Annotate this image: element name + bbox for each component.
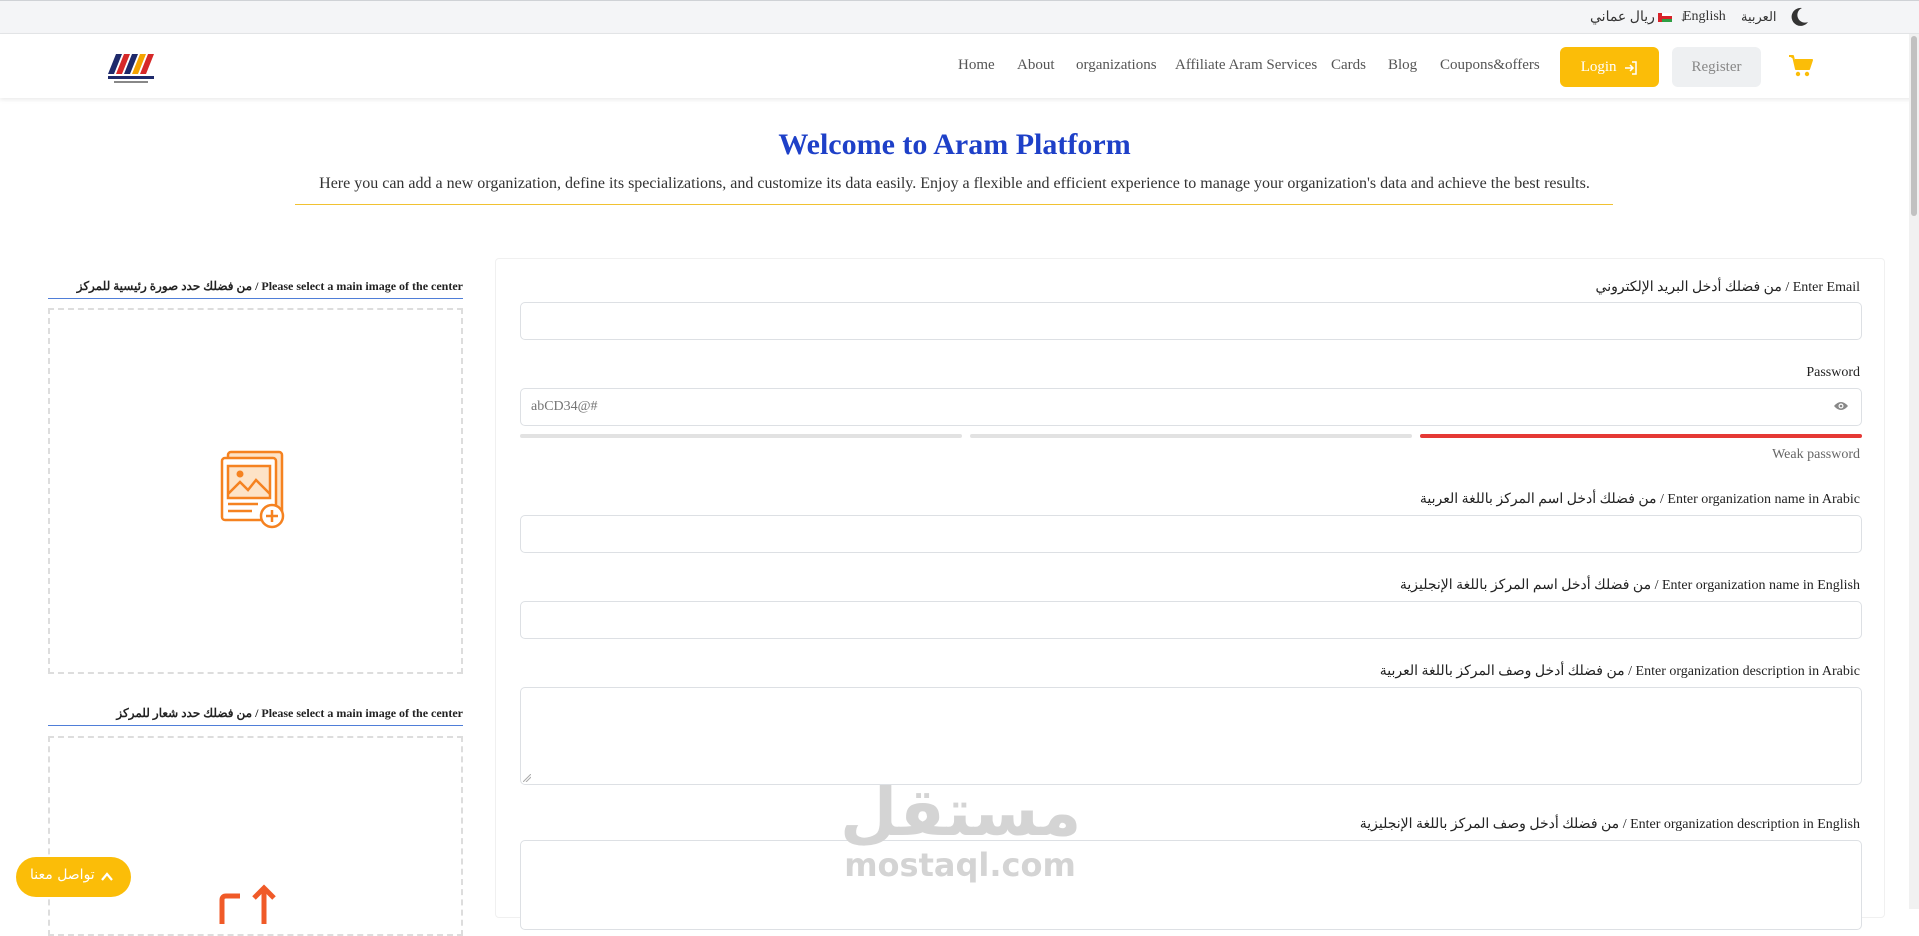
email-input[interactable] <box>521 303 1861 339</box>
watermark-latin: mostaql.com <box>844 846 1076 884</box>
description-english-label: من فضلك أدخل وصف المركز باللغة الإنجليزي… <box>1359 817 1860 832</box>
resize-handle-icon[interactable] <box>523 774 531 782</box>
mostaql-watermark: مستقل mostaql.com <box>840 774 1082 885</box>
nav-about[interactable]: About <box>1017 57 1055 74</box>
page-title: Welcome to Aram Platform <box>778 128 1131 161</box>
email-label: من فضلك أدخل البريد الإلكتروني / Enter E… <box>1595 280 1860 295</box>
description-english-textarea[interactable] <box>520 840 1862 930</box>
logo-image-label: من فضلك حدد شعار للمركز / Please select … <box>116 706 463 720</box>
page-subtitle: Here you can add a new organization, def… <box>319 175 1590 192</box>
password-field[interactable] <box>520 388 1862 426</box>
currency-label: ريال عماني <box>1590 10 1655 25</box>
name-arabic-input[interactable] <box>521 516 1861 552</box>
dark-mode-moon-icon[interactable] <box>1788 6 1810 28</box>
password-strength-text: Weak password <box>1772 447 1860 462</box>
password-strength-bar-3 <box>1420 434 1862 438</box>
login-icon <box>1625 60 1638 75</box>
title-divider <box>295 204 1613 205</box>
main-image-label-underline <box>48 298 463 299</box>
contact-us-button[interactable]: تواصل معنا <box>16 857 131 897</box>
password-input[interactable] <box>521 389 1861 425</box>
name-arabic-label: من فضلك أدخل اسم المركز باللغة العربية /… <box>1419 492 1860 507</box>
language-english-link[interactable]: English <box>1683 9 1726 25</box>
logo-image-dropzone[interactable] <box>48 736 463 936</box>
nav-affiliate-services[interactable]: Affiliate Aram Services <box>1175 57 1317 74</box>
organization-form: من فضلك أدخل البريد الإلكتروني / Enter E… <box>495 258 1885 930</box>
login-button[interactable]: Login <box>1560 47 1659 87</box>
nav-organizations[interactable]: organizations <box>1076 57 1157 74</box>
nav-blog[interactable]: Blog <box>1388 57 1417 74</box>
main-image-dropzone[interactable] <box>48 308 463 674</box>
register-button[interactable]: Register <box>1672 47 1761 87</box>
nav-cards[interactable]: Cards <box>1331 57 1366 74</box>
chevron-up-icon <box>101 872 113 881</box>
description-arabic-textarea[interactable] <box>520 687 1862 785</box>
nav-home[interactable]: Home <box>958 57 995 74</box>
page-scrollbar-thumb[interactable] <box>1911 36 1917 216</box>
currency-selector[interactable]: ريال عماني ↓ <box>1590 9 1687 26</box>
name-english-input[interactable] <box>521 602 1861 638</box>
login-button-label: Login <box>1580 59 1617 75</box>
watermark-arabic: مستقل <box>840 774 1082 851</box>
description-arabic-label: من فضلك أدخل وصف المركز باللغة العربية /… <box>1379 664 1860 679</box>
contact-us-label: تواصل معنا <box>30 867 95 883</box>
main-image-label: من فضلك حدد صورة رئيسية للمركز / Please … <box>76 279 463 293</box>
name-arabic-field[interactable] <box>520 515 1862 553</box>
main-navbar: Home About organizations Affiliate Aram … <box>0 34 1919 98</box>
email-field[interactable] <box>520 302 1862 340</box>
name-english-field[interactable] <box>520 601 1862 639</box>
name-english-label: من فضلك أدخل اسم المركز باللغة الإنجليزي… <box>1399 578 1860 593</box>
nav-coupons-offers[interactable]: Coupons&offers <box>1440 57 1540 74</box>
password-strength-bar-2 <box>970 434 1412 438</box>
logo-image-label-underline <box>48 725 463 726</box>
password-strength-bar-1 <box>520 434 962 438</box>
language-arabic-link[interactable]: العربية <box>1741 9 1777 25</box>
show-password-eye-icon[interactable] <box>1833 400 1849 412</box>
image-upload-icon <box>220 450 285 529</box>
aram-logo[interactable] <box>106 48 156 88</box>
shopping-cart-icon[interactable] <box>1788 54 1814 78</box>
password-label: Password <box>1806 365 1860 380</box>
upload-share-icon <box>219 884 276 924</box>
top-utility-bar: ريال عماني ↓ English العربية <box>0 0 1919 34</box>
oman-flag-icon <box>1658 13 1673 23</box>
